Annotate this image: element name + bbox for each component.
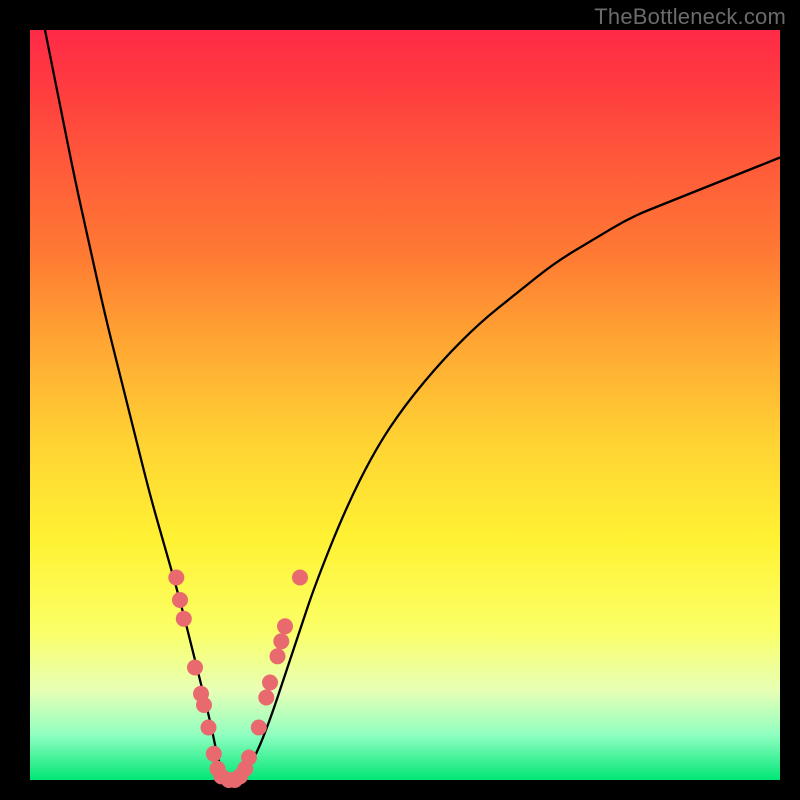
data-marker [277,618,293,634]
data-marker [251,720,267,736]
data-markers [168,570,308,789]
data-marker [258,690,274,706]
data-marker [176,611,192,627]
data-marker [273,633,289,649]
data-marker [172,592,188,608]
watermark-text: TheBottleneck.com [594,4,786,30]
data-marker [262,675,278,691]
plot-area [30,30,780,780]
data-marker [206,746,222,762]
data-marker [201,720,217,736]
chart-frame: TheBottleneck.com [0,0,800,800]
data-marker [292,570,308,586]
data-marker [270,648,286,664]
data-marker [241,750,257,766]
data-marker [168,570,184,586]
data-marker [187,660,203,676]
bottleneck-curve [45,30,780,780]
curve-svg [30,30,780,780]
data-marker [196,697,212,713]
